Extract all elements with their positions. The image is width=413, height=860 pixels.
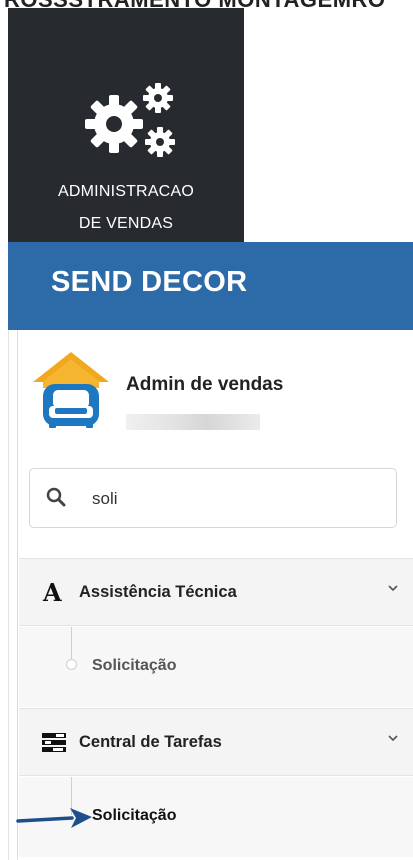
sidebar-left-rule	[17, 330, 18, 860]
tree-bullet	[66, 659, 77, 670]
svg-text:A: A	[42, 579, 62, 605]
admin-tile-label-line1: ADMINISTRACAO	[58, 183, 194, 200]
armchair-house-icon	[33, 352, 109, 428]
menu-item-label: Solicitação	[92, 657, 177, 674]
profile-subtitle-redacted	[126, 414, 260, 430]
menu-group-assistencia-tecnica[interactable]: A Assistência Técnica	[19, 558, 413, 626]
menu-group-label: Central de Tarefas	[79, 733, 222, 751]
menu-group-central-de-tarefas[interactable]: Central de Tarefas	[19, 708, 413, 776]
search-icon	[46, 487, 66, 507]
brand-title[interactable]: SEND DECOR	[51, 266, 247, 299]
top-clipped-text: ROSSSTRAMENTO MONTAGEMRO	[4, 0, 386, 8]
top-clipped-text-strip: ROSSSTRAMENTO MONTAGEMRO	[0, 0, 413, 8]
admin-vendas-tile[interactable]: ADMINISTRACAO DE VENDAS	[8, 8, 244, 242]
menu-group-label: Assistência Técnica	[79, 583, 237, 601]
admin-tile-label: ADMINISTRACAO DE VENDAS	[8, 176, 244, 240]
gears-icon	[85, 83, 175, 157]
user-profile: Admin de vendas	[29, 348, 413, 458]
menu-item-solicitacao-assistencia[interactable]: Solicitação	[19, 627, 413, 707]
menu-search[interactable]	[29, 468, 397, 528]
search-input[interactable]	[92, 486, 372, 512]
chevron-down-icon	[388, 585, 398, 592]
chevron-down-icon	[388, 735, 398, 742]
sidebar: Admin de vendas A Assistência Técnica So…	[8, 330, 413, 860]
profile-name: Admin de vendas	[126, 374, 284, 395]
menu-item-label: Solicitação	[92, 807, 177, 824]
arrow-right-icon	[16, 808, 92, 828]
admin-tile-label-line2: DE VENDAS	[78, 215, 174, 232]
app-header: SEND DECOR	[8, 242, 413, 330]
tasks-list-icon	[42, 733, 66, 752]
font-a-icon: A	[42, 579, 62, 605]
